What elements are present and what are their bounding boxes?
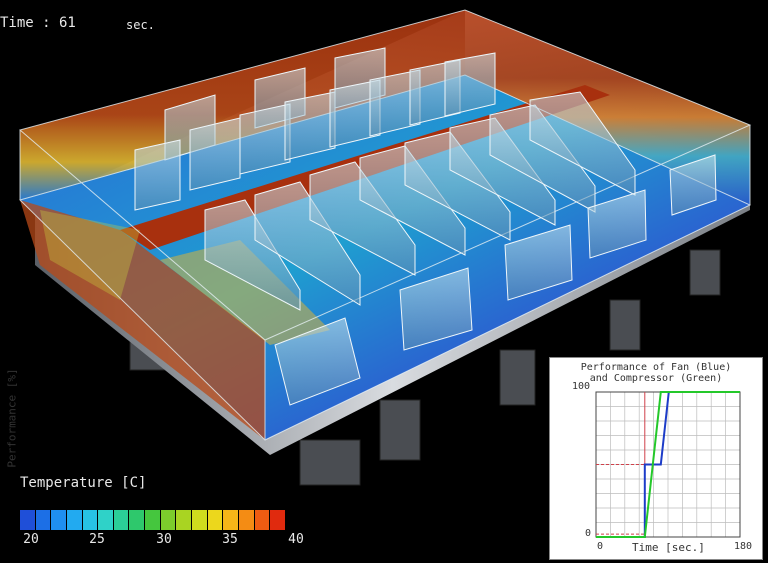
colorbar-cell bbox=[66, 510, 82, 530]
colorbar-tick: 30 bbox=[156, 532, 172, 547]
x-tick-label: 0 bbox=[597, 541, 604, 552]
colorbar-cell bbox=[129, 510, 145, 530]
colorbar-cell bbox=[238, 510, 254, 530]
colorbar-cell bbox=[145, 510, 160, 530]
performance-y-axis-label: Performance [%] bbox=[5, 368, 19, 468]
colorbar-title: Temperature [C] bbox=[20, 475, 147, 491]
colorbar-tick: 40 bbox=[288, 532, 304, 547]
colorbar-cell bbox=[113, 510, 129, 530]
colorbar-tick: 35 bbox=[222, 532, 238, 547]
simulation-time-unit: sec. bbox=[126, 18, 155, 32]
y-tick-label: 100 bbox=[572, 381, 591, 392]
colorbar-cell bbox=[207, 510, 223, 530]
colorbar-cell bbox=[270, 510, 285, 530]
colorbar-cell bbox=[20, 510, 35, 530]
colorbar-cell bbox=[82, 510, 98, 530]
performance-x-axis-label: Time [sec.] bbox=[632, 541, 705, 554]
colorbar-cell bbox=[176, 510, 192, 530]
y-tick-label: 0 bbox=[585, 528, 592, 539]
simulation-time-label: Time : 61 bbox=[0, 15, 76, 31]
colorbar-cell bbox=[98, 510, 113, 530]
temperature-colorbar bbox=[20, 510, 285, 530]
colorbar-tick: 25 bbox=[89, 532, 105, 547]
colorbar-tick: 20 bbox=[23, 532, 39, 547]
colorbar-cell bbox=[223, 510, 238, 530]
chart-title-line: Performance of Fan (Blue) bbox=[580, 362, 732, 373]
colorbar-cell bbox=[254, 510, 270, 530]
x-tick-label: 180 bbox=[734, 541, 753, 552]
colorbar-cell bbox=[35, 510, 51, 530]
colorbar-cell bbox=[192, 510, 207, 530]
colorbar-cell bbox=[160, 510, 176, 530]
colorbar-cell bbox=[51, 510, 66, 530]
